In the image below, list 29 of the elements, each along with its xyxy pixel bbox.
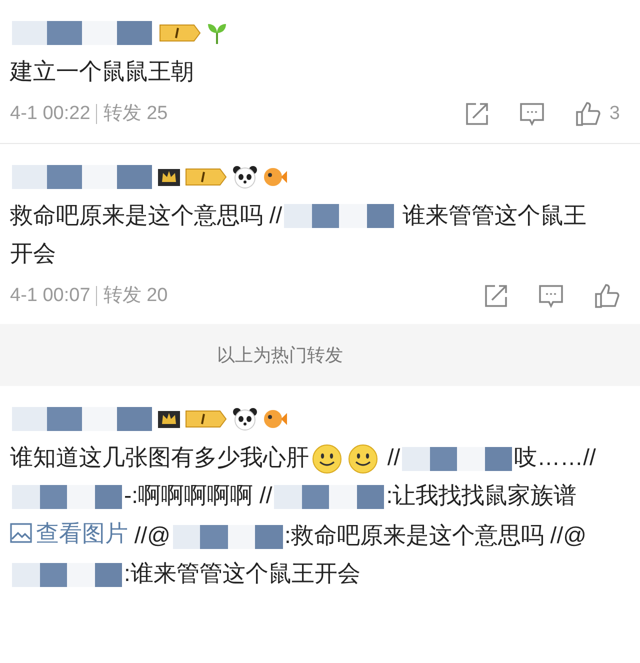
smile-emoji-icon [312,444,342,474]
fish-icon [262,408,288,430]
like-count: 3 [609,102,620,126]
comment-icon[interactable] [538,284,564,308]
post-time: 4-1 00:07 [10,284,90,308]
crown-icon [158,409,180,429]
repost-count: 转发 20 [103,284,168,308]
post-text: 谁知道这几张图有多少我心肝 // 吱……// -:啊啊啊啊啊 // :让我找找鼠家族谱 查看图片 //@ :救命吧原来是这个意思吗 //@ :谁来管管这个鼠王开会 [10,442,597,589]
panda-icon [232,407,258,431]
share-icon[interactable] [484,284,508,308]
fish-icon [262,166,288,188]
post-text: 建立一个鼠鼠王朝 [10,57,195,86]
level-badge-icon [184,166,228,186]
section-label: 以上为热门转发 [217,344,343,366]
smile-emoji-icon [348,444,378,474]
thumbs-up-icon[interactable] [575,101,602,128]
level-badge-icon [158,23,202,43]
level-badge-icon [184,409,228,429]
share-icon[interactable] [465,102,490,126]
post-text: 救命吧原来是这个意思吗 // 谁来管管这个鼠王开会 [10,200,588,268]
repost-count: 转发 25 [103,102,168,126]
crown-icon [158,166,180,186]
comment-icon[interactable] [519,102,546,126]
sprout-icon [206,21,228,45]
view-image-link[interactable]: 查看图片 [10,514,128,552]
thumbs-up-icon[interactable] [594,282,620,309]
panda-icon [232,164,258,188]
image-icon [10,523,32,543]
post-time: 4-1 00:22 [10,102,90,126]
